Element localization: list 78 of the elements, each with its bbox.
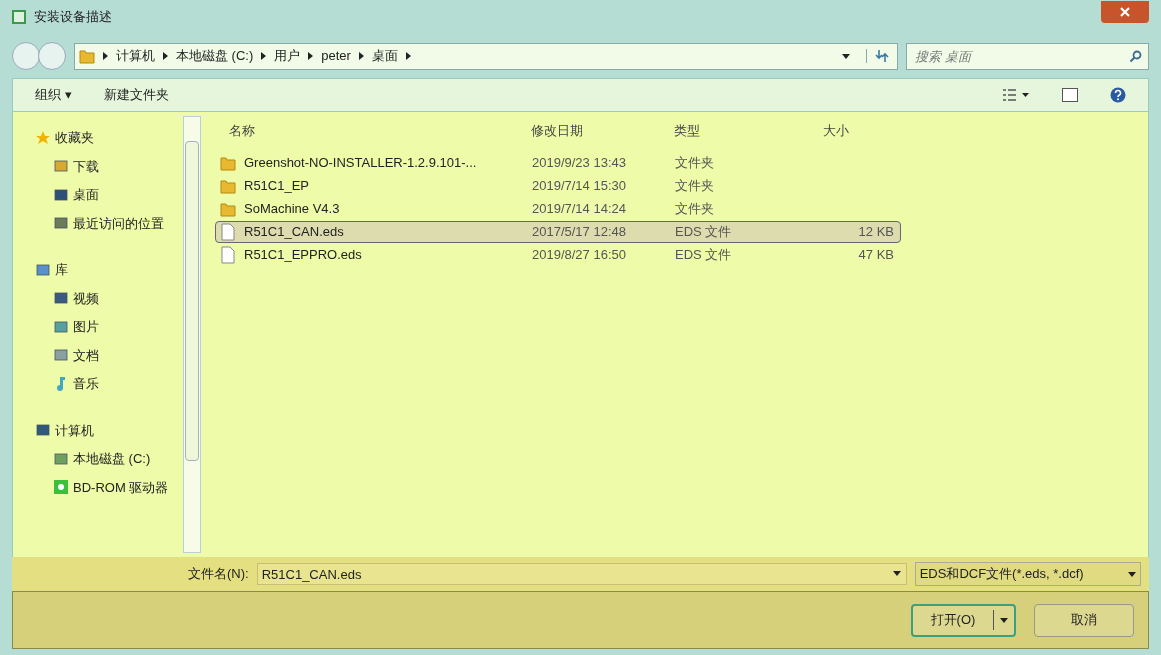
window-title: 安装设备描述 [34, 8, 112, 27]
file-row[interactable]: R51C1_EPPRO.eds 2019/8/27 16:50 EDS 文件 47 KB [215, 244, 901, 266]
modified-date: 2019/8/27 16:50 [532, 246, 627, 265]
nav-item[interactable]: 本地磁盘 (C:) [35, 449, 183, 469]
chevron-icon [163, 52, 168, 60]
folder-icon [220, 201, 236, 217]
file-type: 文件夹 [675, 200, 715, 219]
modified-date: 2019/9/23 13:43 [532, 154, 627, 173]
nav-item[interactable]: 音乐 [35, 374, 183, 394]
column-header[interactable]: 修改日期 [531, 121, 674, 141]
nav-item[interactable]: 桌面 [35, 185, 183, 205]
search-field[interactable]: 搜索 桌面 [906, 42, 1149, 70]
close-icon [1120, 7, 1130, 17]
open-split-button[interactable]: 打开(O) [911, 603, 1016, 637]
breadcrumb[interactable]: peter [321, 46, 351, 66]
column-header[interactable]: 大小 [823, 121, 913, 141]
search-icon [1129, 49, 1142, 63]
column-header[interactable]: 类型 [674, 121, 823, 141]
file-type: 文件夹 [675, 154, 715, 173]
nav-group-item[interactable]: 收藏夹 [35, 128, 183, 148]
file-row[interactable]: R51C1_EP 2019/7/14 15:30 文件夹 [215, 175, 901, 197]
nav-item[interactable]: BD-ROM 驱动器 [35, 477, 183, 497]
folder-icon [220, 178, 236, 194]
modified-date: 2019/7/14 14:24 [532, 200, 627, 219]
star-icon [35, 129, 51, 146]
file-type: EDS 文件 [675, 223, 733, 242]
file-type-dropdown[interactable]: EDS和DCF文件(*.eds, *.dcf) [914, 562, 1141, 586]
music-note-icon [56, 376, 66, 392]
file-name: R51C1_EPPRO.eds [244, 246, 362, 265]
dropdown-caret-icon [1128, 571, 1136, 577]
refresh-icon[interactable] [875, 49, 889, 63]
modified-date: 2017/5/17 12:48 [532, 223, 627, 242]
help-icon[interactable] [1110, 87, 1126, 103]
nav-item[interactable]: 视频 [35, 288, 183, 308]
modified-date: 2019/7/14 15:30 [532, 177, 627, 196]
file-row[interactable]: Greenshot-NO-INSTALLER-1.2.9.101-... 2019/9/23 13:43 文件夹 [215, 152, 901, 174]
nav-item[interactable]: 文档 [35, 345, 183, 365]
app-icon [12, 10, 26, 24]
breadcrumb[interactable]: 桌面 [371, 46, 398, 66]
file-name: R51C1_CAN.eds [244, 223, 344, 242]
chevron-icon [405, 52, 411, 60]
breadcrumb[interactable]: 计算机 [116, 46, 155, 66]
file-name: Greenshot-NO-INSTALLER-1.2.9.101-... [244, 154, 477, 173]
close-button[interactable] [1101, 1, 1149, 23]
file-size: 47 KB [857, 246, 894, 265]
file-type: EDS 文件 [675, 246, 733, 265]
chevron-icon [308, 52, 314, 60]
column-header[interactable]: 名称 [215, 121, 531, 141]
dropdown-caret-icon[interactable] [892, 571, 901, 576]
preview-pane-icon[interactable] [1062, 88, 1078, 102]
dropdown-caret-icon[interactable] [842, 53, 850, 59]
nav-item[interactable]: 下载 [35, 156, 183, 176]
nav-group-item[interactable]: 库 [35, 260, 183, 280]
view-options-icon[interactable] [1002, 88, 1030, 102]
file-size: 12 KB [857, 223, 894, 242]
filename-label: 文件名(N): [188, 565, 249, 584]
file-name: SoMachine V4.3 [244, 200, 340, 219]
filename-field[interactable]: R51C1_CAN.eds [256, 563, 907, 585]
file-type: 文件夹 [675, 177, 715, 196]
breadcrumb[interactable]: 本地磁盘 (C:) [176, 46, 254, 66]
folder-icon [79, 48, 95, 64]
chevron-icon [261, 52, 267, 60]
file-row[interactable]: SoMachine V4.3 2019/7/14 14:24 文件夹 [215, 198, 901, 220]
new-folder-button[interactable]: 新建文件夹 [103, 85, 169, 105]
chevron-icon [103, 52, 108, 60]
sidebar-scrollbar[interactable] [183, 116, 201, 553]
chevron-icon [358, 52, 364, 60]
nav-item[interactable]: 最近访问的位置 [35, 213, 183, 233]
file-row[interactable]: R51C1_CAN.eds 2017/5/17 12:48 EDS 文件 12 KB [215, 221, 901, 243]
cancel-button[interactable]: 取消 [1034, 603, 1134, 637]
organize-menu[interactable]: 组织 ▾ [35, 85, 72, 105]
caret-icon [1000, 617, 1008, 623]
address-bar[interactable]: 计算机 本地磁盘 (C:) 用户 peter 桌面 [74, 42, 898, 70]
nav-group-item[interactable]: 计算机 [35, 420, 183, 440]
folder-icon [220, 155, 236, 171]
nav-item[interactable]: 图片 [35, 317, 183, 337]
file-name: R51C1_EP [244, 177, 310, 196]
breadcrumb[interactable]: 用户 [274, 46, 301, 66]
